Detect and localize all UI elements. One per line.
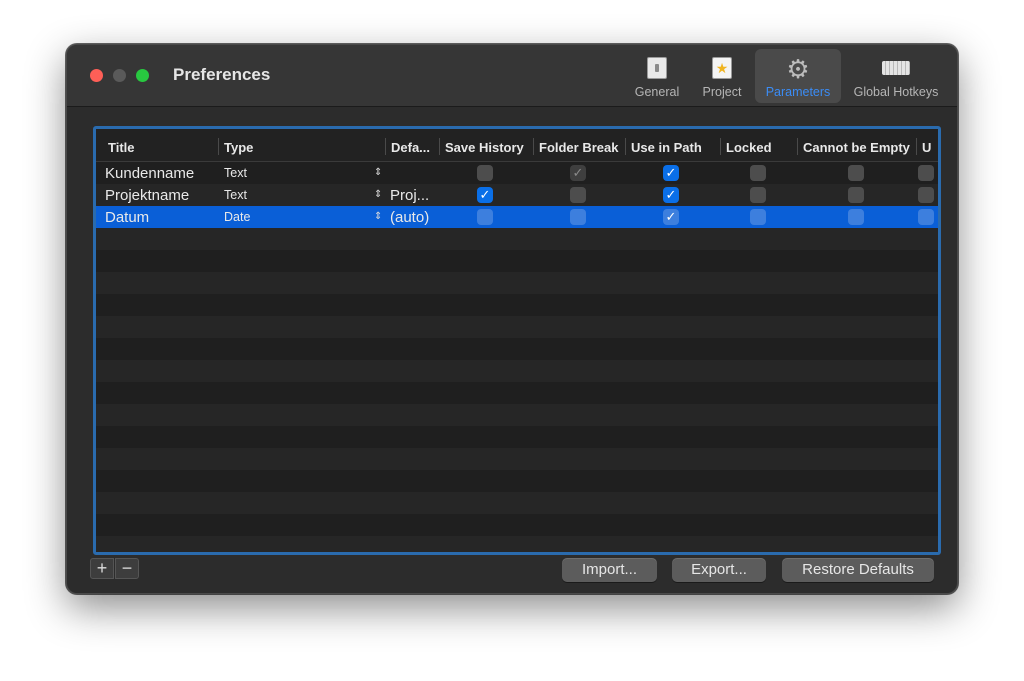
- use-in-path-checkbox[interactable]: ✓: [663, 165, 679, 181]
- use-in-path-checkbox[interactable]: ✓: [663, 187, 679, 203]
- table-stripe: [96, 250, 938, 272]
- type-stepper-icon[interactable]: ⇕: [374, 206, 382, 227]
- table-stripe: [96, 360, 938, 382]
- u-checkbox[interactable]: [918, 187, 934, 203]
- gear-icon: ⚙: [786, 54, 810, 84]
- cell-type: Text: [224, 188, 247, 202]
- cell-title: Datum: [105, 209, 150, 226]
- column-header-type[interactable]: Type: [218, 129, 384, 162]
- cell-default: (auto): [390, 209, 430, 226]
- cannot-be-empty-checkbox[interactable]: [848, 187, 864, 203]
- u-checkbox[interactable]: [918, 209, 934, 225]
- toolbar-tab-parameters[interactable]: ⚙ Parameters: [755, 49, 841, 103]
- folder-break-checkbox[interactable]: [570, 187, 586, 203]
- use-in-path-checkbox[interactable]: ✓: [663, 209, 679, 225]
- column-header-locked[interactable]: Locked: [720, 129, 796, 162]
- column-header-use-in-path[interactable]: Use in Path: [625, 129, 719, 162]
- toolbar-tab-project[interactable]: ★ Project: [693, 49, 751, 103]
- table-stripe: [96, 316, 938, 338]
- toolbar-tab-label: Parameters: [765, 85, 831, 99]
- toolbar-tab-global-hotkeys[interactable]: Global Hotkeys: [846, 49, 946, 103]
- table-stripe: [96, 272, 938, 294]
- add-parameter-button[interactable]: +: [90, 558, 114, 579]
- star-document-icon: ★: [712, 57, 732, 79]
- table-stripe: [96, 294, 938, 316]
- cell-title: Kundenname: [105, 165, 195, 182]
- switch-icon: [647, 57, 667, 79]
- table-stripe: [96, 404, 938, 426]
- toolbar-tab-label: Project: [702, 85, 742, 99]
- u-checkbox[interactable]: [918, 165, 934, 181]
- table-row[interactable]: Projektname Text ⇕ Proj... ✓ ✓: [96, 184, 938, 206]
- folder-break-checkbox[interactable]: ✓: [570, 165, 586, 181]
- table-stripe: [96, 338, 938, 360]
- toolbar-tab-label: Global Hotkeys: [853, 85, 939, 99]
- table-stripe: [96, 448, 938, 470]
- remove-parameter-button[interactable]: −: [115, 558, 139, 579]
- toolbar-tab-general[interactable]: General: [629, 49, 685, 103]
- column-header-save-history[interactable]: Save History: [439, 129, 532, 162]
- save-history-checkbox[interactable]: ✓: [477, 187, 493, 203]
- cell-type: Text: [224, 166, 247, 180]
- column-header-u[interactable]: U: [916, 129, 938, 162]
- table-header: Title Type Defa... Save History Folder B…: [96, 129, 938, 162]
- locked-checkbox[interactable]: [750, 209, 766, 225]
- table-stripe: [96, 382, 938, 404]
- type-stepper-icon[interactable]: ⇕: [374, 162, 382, 183]
- cell-default: Proj...: [390, 187, 430, 204]
- window-title: Preferences: [173, 65, 271, 84]
- table-stripe: [96, 514, 938, 536]
- keyboard-icon: [882, 61, 910, 75]
- table-row[interactable]: Datum Date ⇕ (auto) ✓: [96, 206, 938, 228]
- toolbar-tab-label: General: [634, 85, 680, 99]
- cannot-be-empty-checkbox[interactable]: [848, 209, 864, 225]
- table-row[interactable]: Kundenname Text ⇕ ✓ ✓: [96, 162, 938, 184]
- column-header-cannot-be-empty[interactable]: Cannot be Empty: [797, 129, 915, 162]
- table-stripe: [96, 426, 938, 448]
- table-stripe: [96, 470, 938, 492]
- cell-title: Projektname: [105, 187, 190, 204]
- type-stepper-icon[interactable]: ⇕: [374, 184, 382, 205]
- cannot-be-empty-checkbox[interactable]: [848, 165, 864, 181]
- preferences-window: Preferences General ★ Project ⚙ Paramete…: [66, 44, 958, 594]
- table-body: Kundenname Text ⇕ ✓ ✓ Projektname Text ⇕…: [96, 162, 938, 552]
- table-stripe: [96, 536, 938, 552]
- table-stripe: [96, 228, 938, 250]
- zoom-window-button[interactable]: [136, 69, 149, 82]
- save-history-checkbox[interactable]: [477, 165, 493, 181]
- folder-break-checkbox[interactable]: [570, 209, 586, 225]
- column-header-folder-break[interactable]: Folder Break: [533, 129, 624, 162]
- save-history-checkbox[interactable]: [477, 209, 493, 225]
- parameters-table[interactable]: Title Type Defa... Save History Folder B…: [93, 126, 941, 555]
- minimize-window-button[interactable]: [113, 69, 126, 82]
- table-stripe: [96, 492, 938, 514]
- import-button[interactable]: Import...: [562, 558, 657, 582]
- export-button[interactable]: Export...: [672, 558, 766, 582]
- title-bar: Preferences General ★ Project ⚙ Paramete…: [67, 45, 957, 107]
- close-window-button[interactable]: [90, 69, 103, 82]
- locked-checkbox[interactable]: [750, 187, 766, 203]
- locked-checkbox[interactable]: [750, 165, 766, 181]
- column-header-default[interactable]: Defa...: [385, 129, 438, 162]
- restore-defaults-button[interactable]: Restore Defaults: [782, 558, 934, 582]
- cell-type: Date: [224, 210, 251, 224]
- column-header-title[interactable]: Title: [102, 129, 216, 162]
